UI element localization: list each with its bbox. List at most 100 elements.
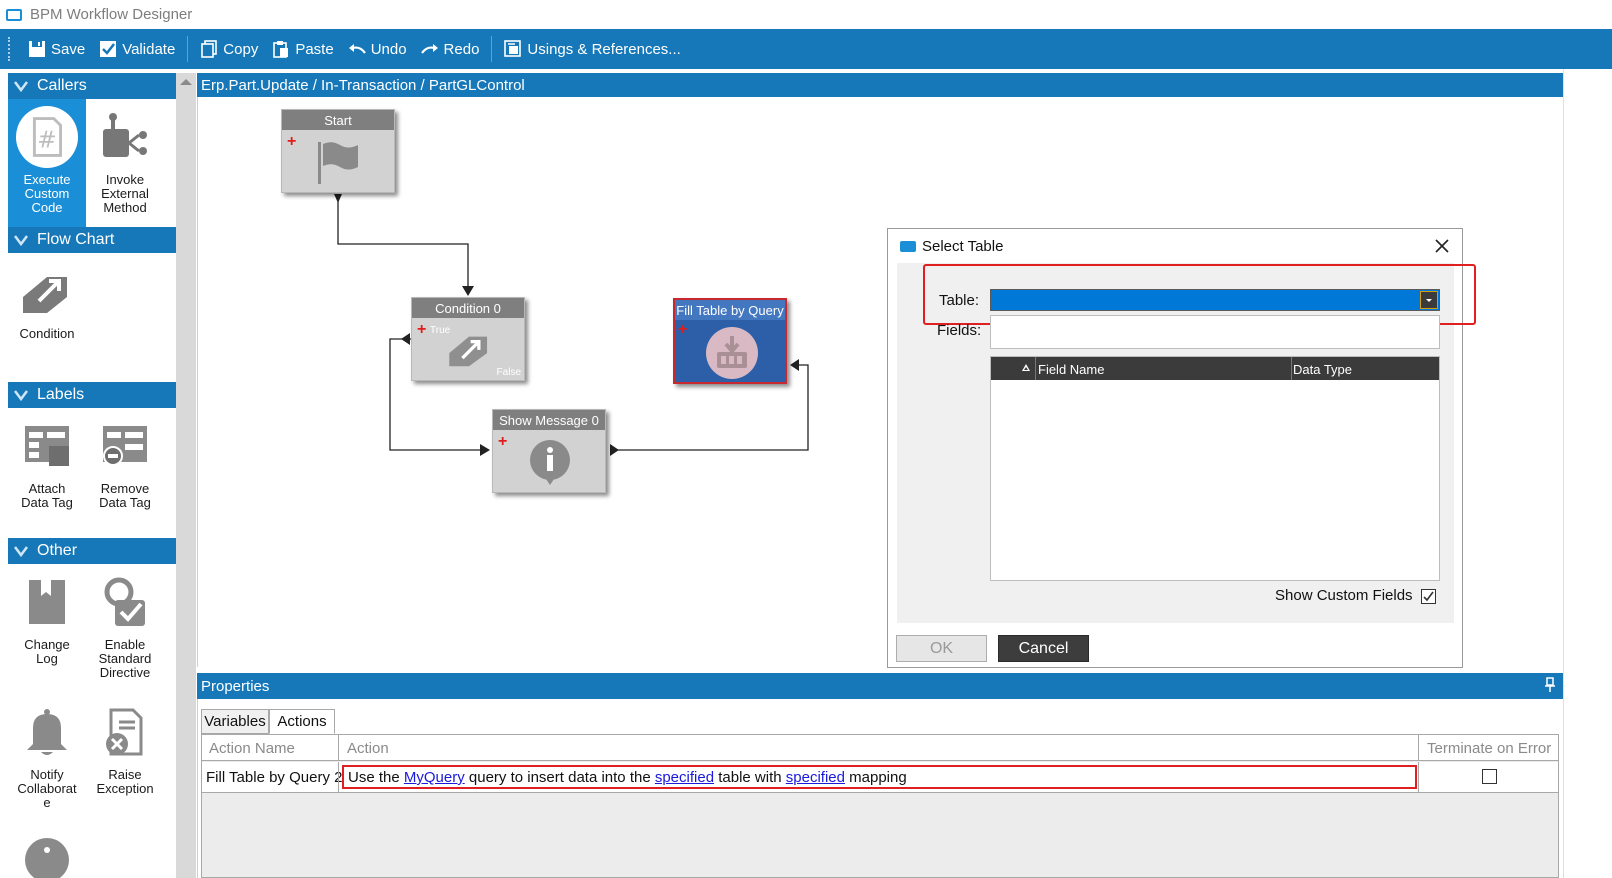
group-title: Other: [37, 542, 78, 559]
toolbar-grip[interactable]: [8, 37, 11, 61]
close-icon[interactable]: [1434, 238, 1450, 254]
tool-label: Standard: [98, 651, 152, 666]
copy-button[interactable]: Copy: [193, 34, 265, 64]
validate-label: Validate: [122, 40, 176, 58]
properties-title: Properties: [201, 677, 270, 695]
column-action-name[interactable]: Action Name: [209, 740, 295, 757]
node-condition[interactable]: Condition 0 + True False: [411, 297, 525, 381]
node-title: Fill Table by Query: [675, 300, 785, 320]
flag-icon: [318, 142, 358, 184]
tab-variables[interactable]: Variables: [201, 709, 269, 734]
column-divider: [1291, 357, 1292, 380]
svg-text:#: #: [37, 127, 57, 154]
add-icon[interactable]: +: [417, 322, 426, 338]
sort-ascending-icon[interactable]: [991, 357, 1036, 380]
save-button[interactable]: Save: [21, 34, 92, 64]
usings-references-button[interactable]: Usings & References...: [497, 34, 687, 64]
node-title: Condition 0: [412, 298, 524, 318]
paste-icon: [273, 41, 289, 58]
pin-icon[interactable]: [1545, 677, 1555, 693]
show-custom-fields-checkbox[interactable]: [1421, 589, 1436, 604]
tool-label: External: [101, 186, 149, 201]
tab-actions[interactable]: Actions: [269, 709, 335, 734]
dialog-title: Select Table: [922, 237, 1004, 255]
table-link[interactable]: specified: [655, 769, 714, 786]
checkmark-icon: [1423, 591, 1434, 602]
group-header-callers[interactable]: Callers: [8, 73, 176, 99]
tool-raise-exception[interactable]: Raise Exception: [86, 694, 164, 824]
tool-condition[interactable]: Condition: [8, 253, 86, 382]
tool-remove-data-tag[interactable]: Remove Data Tag: [86, 408, 164, 538]
fill-table-icon: [706, 327, 758, 379]
chevron-down-icon: [14, 81, 28, 93]
tool-label: Log: [36, 651, 58, 666]
add-icon[interactable]: +: [287, 134, 296, 150]
usings-label: Usings & References...: [527, 40, 681, 58]
column-action[interactable]: Action: [347, 740, 389, 757]
fields-grid[interactable]: Field Name Data Type: [990, 356, 1440, 581]
tool-label: Enable: [104, 637, 146, 652]
group-header-flow-chart[interactable]: Flow Chart: [8, 227, 176, 253]
table-row[interactable]: Fill Table by Query 2 Use the MyQuery qu…: [202, 762, 1558, 793]
node-fill-table-by-query[interactable]: Fill Table by Query +: [673, 298, 787, 384]
action-text: mapping: [844, 769, 907, 786]
properties-header: Properties: [197, 673, 1563, 699]
tool-invoke-external-method[interactable]: Invoke External Method: [86, 99, 164, 227]
redo-button[interactable]: Redo: [414, 34, 487, 64]
window-titlebar: BPM Workflow Designer: [0, 0, 1612, 29]
ok-button[interactable]: OK: [896, 635, 987, 662]
tool-label: Custom: [24, 186, 70, 201]
group-title: Flow Chart: [37, 231, 115, 248]
paste-label: Paste: [295, 40, 334, 58]
cancel-button[interactable]: Cancel: [998, 635, 1089, 662]
terminate-on-error-checkbox[interactable]: [1482, 769, 1497, 784]
tool-enable-standard-directive[interactable]: Enable Standard Directive: [86, 564, 164, 694]
directive-icon: [93, 570, 157, 634]
column-field-name[interactable]: Field Name: [1038, 362, 1104, 377]
tool-show-message[interactable]: [8, 824, 86, 878]
mapping-link[interactable]: specified: [786, 769, 845, 786]
main-toolbar: Save Validate Copy Paste Undo Redo Using…: [0, 29, 1612, 69]
add-icon[interactable]: +: [678, 322, 687, 338]
action-description-cell: Use the MyQuery query to insert data int…: [348, 769, 907, 786]
fields-input[interactable]: [990, 315, 1440, 349]
tool-label: Directive: [99, 665, 151, 680]
query-link[interactable]: MyQuery: [404, 769, 465, 786]
tool-notify-collaborate[interactable]: Notify Collaborat e: [8, 694, 86, 824]
tool-label: Invoke: [105, 172, 145, 187]
node-start[interactable]: Start +: [281, 109, 395, 193]
tool-attach-data-tag[interactable]: Attach Data Tag: [8, 408, 86, 538]
node-show-message[interactable]: Show Message 0 +: [492, 409, 606, 493]
column-data-type[interactable]: Data Type: [1293, 362, 1352, 377]
app-icon: [6, 8, 22, 21]
tool-label: Attach: [28, 481, 66, 496]
exception-icon: [93, 700, 157, 764]
group-header-labels[interactable]: Labels: [8, 382, 176, 408]
node-title: Show Message 0: [493, 410, 605, 430]
undo-button[interactable]: Undo: [341, 34, 414, 64]
hash-document-icon: #: [15, 105, 79, 169]
toolbox-scrollbar[interactable]: [176, 73, 196, 878]
tool-change-log[interactable]: Change Log: [8, 564, 86, 694]
dialog-body: Table: Fields: Field Name Data Type Show…: [897, 263, 1476, 623]
undo-icon: [348, 44, 366, 54]
toolbar-separator: [187, 36, 189, 62]
bell-icon: [15, 700, 79, 764]
tool-execute-custom-code[interactable]: # Execute Custom Code: [8, 99, 86, 227]
paste-button[interactable]: Paste: [265, 34, 340, 64]
scroll-up-icon[interactable]: [180, 79, 192, 85]
tool-label: Notify: [30, 767, 64, 782]
app-icon: [900, 240, 916, 252]
condition-icon: [15, 259, 79, 323]
tool-label: Method: [103, 200, 147, 215]
group-title: Callers: [37, 77, 87, 94]
dialog-titlebar: Select Table: [888, 229, 1462, 263]
toolbar-separator: [491, 36, 493, 62]
add-icon[interactable]: +: [498, 434, 507, 450]
validate-button[interactable]: Validate: [92, 34, 182, 64]
group-header-other[interactable]: Other: [8, 538, 176, 564]
fields-label: Fields:: [937, 322, 982, 339]
grid-header: Field Name Data Type: [991, 357, 1439, 380]
column-terminate-on-error[interactable]: Terminate on Error: [1427, 740, 1551, 757]
attach-tag-icon: [15, 414, 79, 478]
